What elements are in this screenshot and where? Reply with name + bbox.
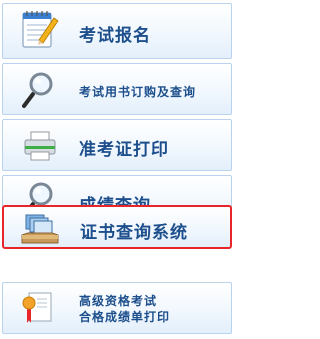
printer-icon [3,120,73,176]
menu-item-certificate-query[interactable]: 证书查询系统 [2,205,232,249]
menu-item-label: 考试用书订购及查询 [79,85,197,99]
side-menu: 考试报名 考试用书订购及查询 准考证打印 证书查询系统 高级资格考试 合格成绩单… [0,0,237,337]
menu-item-label: 考试报名 [79,26,151,46]
menu-item-label: 证书查询系统 [80,223,188,243]
certificate-ribbon-icon [3,283,73,339]
file-tray-icon [4,207,74,255]
notepad-pencil-icon [3,4,73,64]
menu-item-label-line1: 高级资格考试 [79,294,158,308]
menu-item-senior-qualification[interactable]: 高级资格考试 合格成绩单打印 [2,282,232,334]
menu-item-label-line2: 合格成绩单打印 [79,310,171,324]
menu-item-label: 准考证打印 [79,140,169,160]
menu-item-exam-registration[interactable]: 考试报名 [2,3,232,59]
menu-item-book-order-query[interactable]: 考试用书订购及查询 [2,63,232,115]
menu-item-admission-ticket-print[interactable]: 准考证打印 [2,119,232,171]
magnifier-icon [3,64,73,120]
